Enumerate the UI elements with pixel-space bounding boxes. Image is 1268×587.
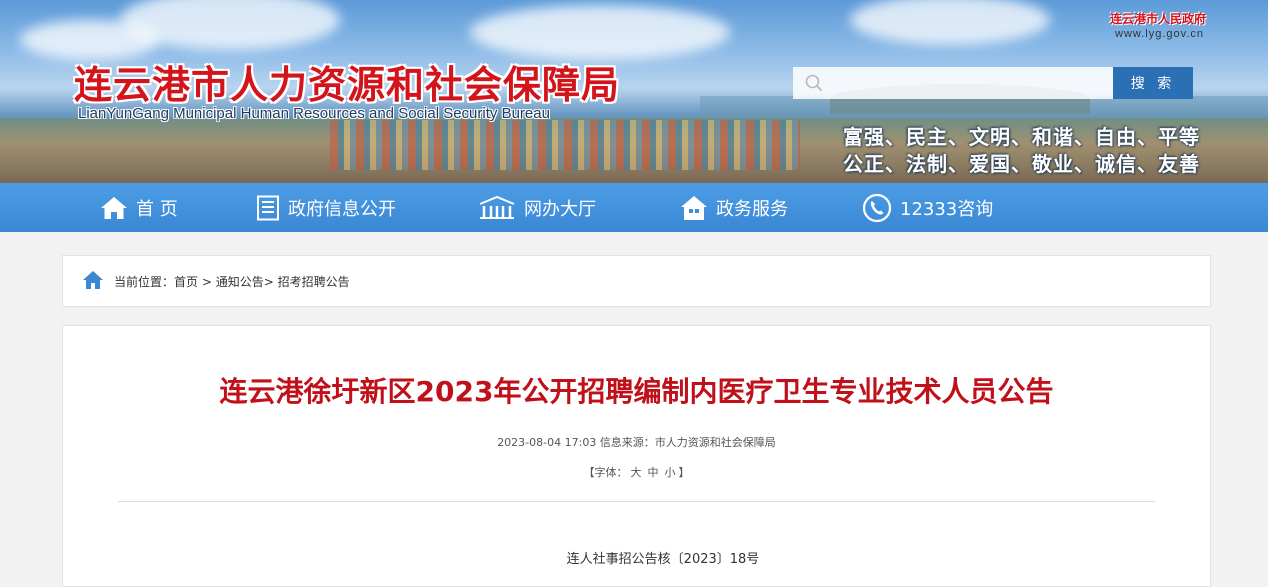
article-date: 2023-08-04 17:03 [497,436,597,449]
site-title-english: LianYunGang Municipal Human Resources an… [78,105,550,122]
search-button[interactable]: 搜 索 [1113,67,1193,99]
article-source: 市人力资源和社会保障局 [654,436,776,449]
slogan-line-2: 公正、法制、爱国、敬业、诚信、友善 [843,152,1200,176]
search-input[interactable] [829,71,1103,95]
nav-label: 12333咨询 [900,198,994,220]
document-number: 连人社事招公告核〔2023〕18号 [566,552,760,567]
article-title: 连云港徐圩新区2023年公开招聘编制内医疗卫生专业技术人员公告 [219,375,1054,408]
port-decoration [330,120,800,170]
gov-link[interactable]: 连云港市人民政府 [1110,10,1206,27]
nav-label: 政府信息公开 [288,198,396,220]
font-size-medium[interactable]: 中 [648,466,659,479]
font-size-large[interactable]: 大 [631,466,642,479]
font-size-close: 】 [678,466,690,479]
breadcrumb: 当前位置：首页 > 通知公告> 招考招聘公告 [62,255,1211,307]
phone-icon [862,193,892,222]
nav-label: 政务服务 [716,198,788,220]
building-icon [479,195,515,219]
cloud-decoration [850,0,1050,45]
site-banner: 连云港市人力资源和社会保障局 LianYunGang Municipal Hum… [0,0,1268,183]
document-icon [257,195,279,220]
main-nav: 首 页 政府信息公开 网办大厅 政务服务 12333咨询 [0,183,1268,232]
breadcrumb-separator: > [263,275,278,289]
nav-item-12333[interactable]: 12333咨询 [862,183,993,232]
gov-url[interactable]: www.lyg.gov.cn [1115,28,1204,40]
house-icon [681,195,707,220]
breadcrumb-separator: > [198,275,216,289]
home-icon [101,196,127,219]
nav-item-gov-info[interactable]: 政府信息公开 [256,183,396,232]
nav-label: 网办大厅 [524,198,596,220]
search-box [793,67,1113,99]
font-size-label: 【字体： [583,466,628,479]
article-panel: 连云港徐圩新区2023年公开招聘编制内医疗卫生专业技术人员公告 2023-08-… [62,325,1211,587]
breadcrumb-text: 当前位置：首页 > 通知公告> 招考招聘公告 [114,273,350,290]
breadcrumb-recruit-link[interactable]: 招考招聘公告 [278,275,350,289]
font-size-small[interactable]: 小 [665,466,676,479]
article-source-label: 信息来源： [599,436,655,449]
search-icon [805,74,823,92]
slogan-line-1: 富强、民主、文明、和谐、自由、平等 [843,125,1200,149]
article-meta: 2023-08-04 17:03 信息来源：市人力资源和社会保障局 [63,434,1210,450]
site-title: 连云港市人力资源和社会保障局 [74,63,621,107]
divider [118,501,1155,502]
breadcrumb-prefix: 当前位置： [114,275,175,289]
cloud-decoration [470,5,730,60]
nav-item-online-hall[interactable]: 网办大厅 [478,183,596,232]
nav-item-gov-service[interactable]: 政务服务 [680,183,788,232]
nav-label: 首 页 [136,198,178,220]
nav-item-home[interactable]: 首 页 [100,183,178,232]
font-size-switcher: 【字体：大中小】 [63,464,1210,480]
breadcrumb-home-link[interactable]: 首页 [174,275,198,289]
home-icon [83,271,103,289]
breadcrumb-notice-link[interactable]: 通知公告 [216,275,264,289]
